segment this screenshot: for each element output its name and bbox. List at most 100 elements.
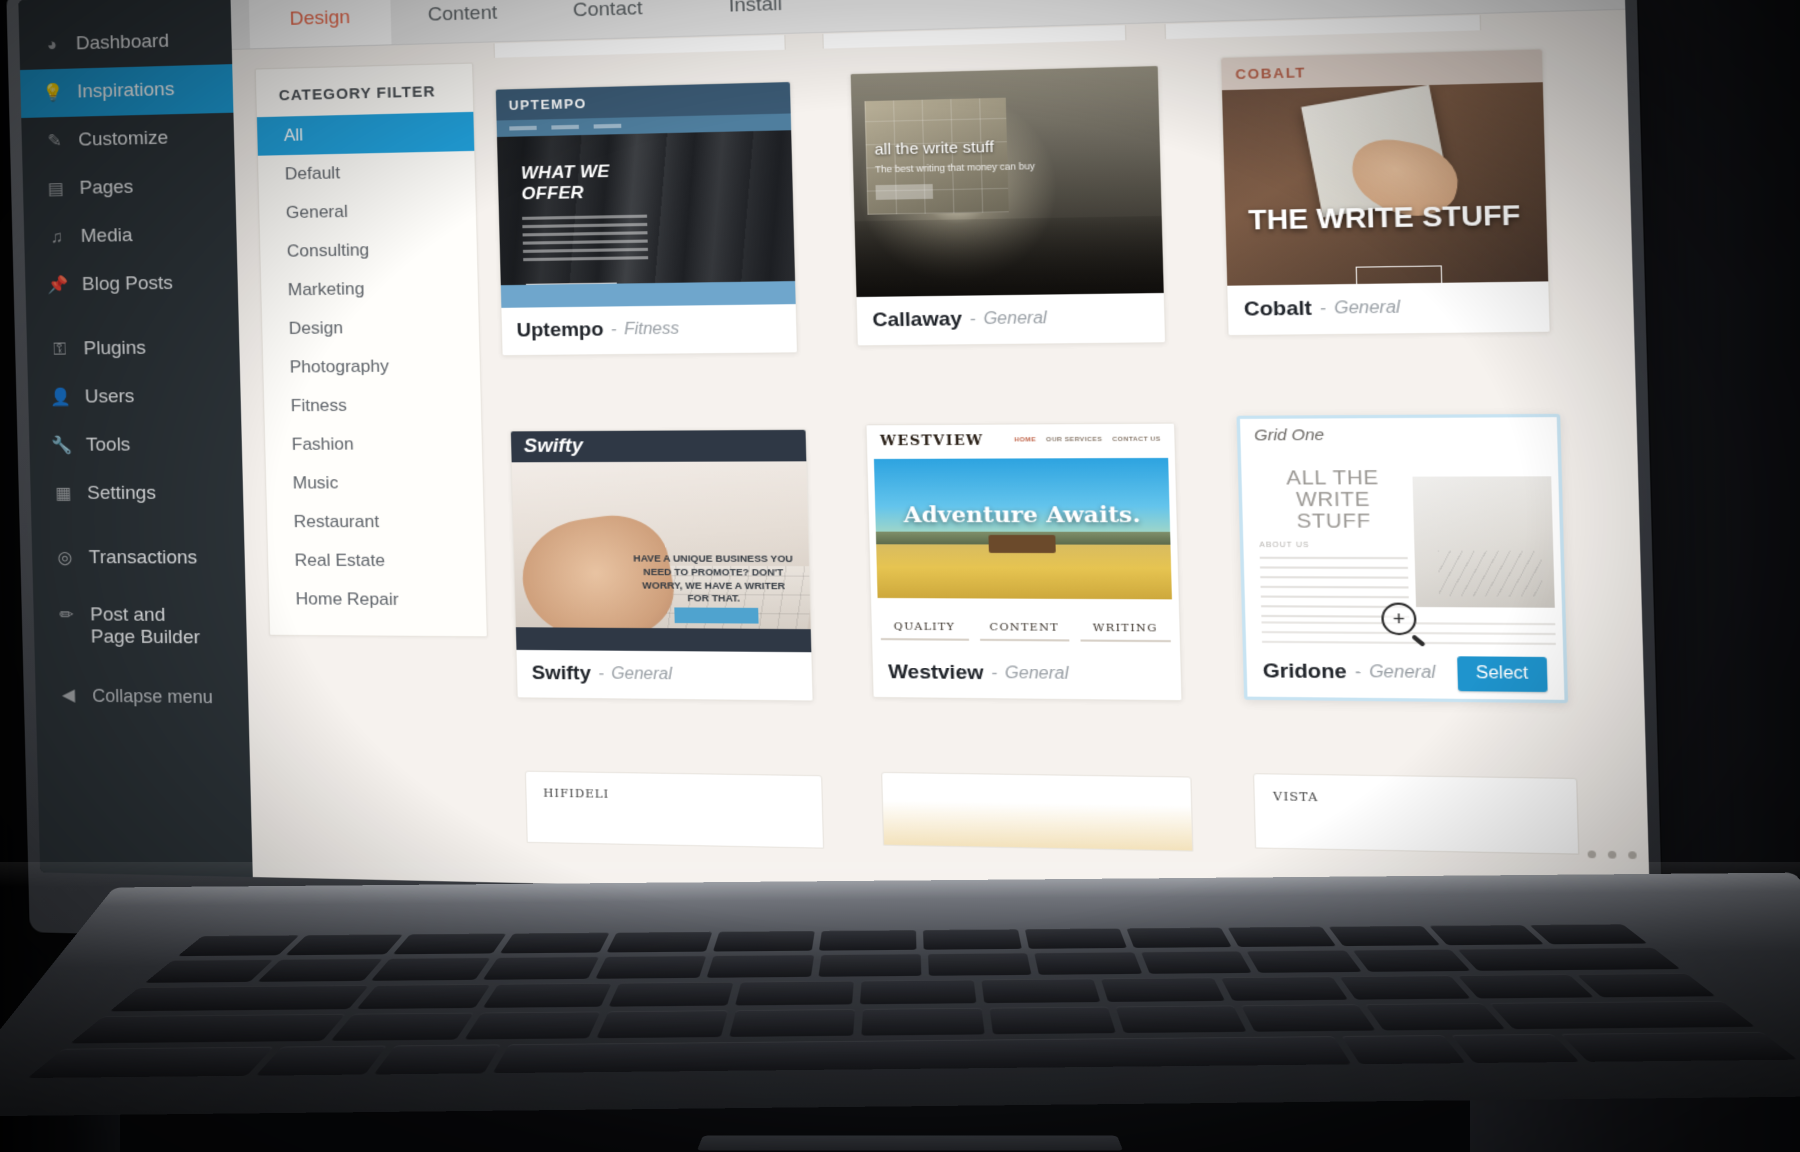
key[interactable]: [464, 1011, 602, 1040]
key[interactable]: [482, 982, 613, 1008]
category-item-marketing[interactable]: Marketing: [261, 268, 479, 310]
laptop-trackpad[interactable]: [696, 1135, 1124, 1151]
key[interactable]: [330, 1012, 474, 1041]
wp-admin-sidebar[interactable]: ◕ Dashboard 💡 Inspirations ✎ Customize ▤…: [18, 0, 253, 878]
sidebar-item-transactions[interactable]: ◎ Transactions: [32, 534, 246, 583]
key[interactable]: [729, 1009, 856, 1037]
theme-card-uptempo[interactable]: UPTEMPO WHAT WE OFFER Uptempo - Fitness: [494, 80, 799, 357]
sidebar-item-customize[interactable]: ✎ Customize: [21, 113, 234, 166]
key[interactable]: [1339, 975, 1472, 1000]
theme-card-partial-2[interactable]: [881, 771, 1194, 852]
key-shift-left[interactable]: [27, 1046, 275, 1079]
pagination-dot[interactable]: [1587, 850, 1597, 859]
key[interactable]: [1457, 974, 1594, 999]
category-item-design[interactable]: Design: [262, 307, 480, 348]
sidebar-item-inspirations[interactable]: 💡 Inspirations: [20, 64, 234, 118]
key[interactable]: [1365, 1003, 1506, 1031]
category-item-home-repair[interactable]: Home Repair: [269, 580, 487, 620]
category-item-consulting[interactable]: Consulting: [260, 229, 477, 271]
theme-card-callaway[interactable]: callaway all the write stuff The best wr…: [849, 64, 1167, 347]
theme-card-westview[interactable]: WESTVIEW HOME OUR SERVICES CONTACT US Adve…: [865, 422, 1183, 702]
theme-card-gridone[interactable]: Grid One ALL THE WRITE STUFF ABOUT US + …: [1236, 413, 1569, 704]
sidebar-item-post-and-page-builder[interactable]: ✏ Post and Page Builder: [33, 598, 247, 664]
category-item-fashion[interactable]: Fashion: [265, 424, 483, 464]
category-item-fitness[interactable]: Fitness: [264, 385, 482, 425]
category-item-general[interactable]: General: [259, 190, 476, 233]
key-return[interactable]: [1489, 1001, 1755, 1029]
category-item-default[interactable]: Default: [258, 151, 475, 194]
sidebar-item-tools[interactable]: 🔧 Tools: [29, 421, 243, 470]
key[interactable]: [483, 956, 599, 980]
category-item-real-estate[interactable]: Real Estate: [268, 541, 486, 580]
key[interactable]: [923, 929, 1023, 950]
sidebar-collapse-menu[interactable]: ◀ Collapse menu: [35, 672, 249, 721]
key[interactable]: [1220, 976, 1349, 1001]
tab-design[interactable]: Design: [248, 0, 392, 49]
key[interactable]: [1101, 977, 1225, 1003]
key[interactable]: [356, 983, 491, 1010]
key[interactable]: [1227, 926, 1337, 948]
key-tab[interactable]: [109, 985, 369, 1012]
key[interactable]: [1115, 1005, 1247, 1033]
category-item-music[interactable]: Music: [266, 463, 484, 502]
key[interactable]: [1126, 927, 1233, 949]
key-capslock[interactable]: [70, 1014, 345, 1044]
sidebar-item-plugins[interactable]: ⚿ Plugins: [26, 323, 240, 374]
pagination-dot[interactable]: [1648, 851, 1651, 860]
key[interactable]: [258, 958, 383, 982]
zoom-preview-icon[interactable]: +: [1380, 602, 1417, 636]
key[interactable]: [1429, 924, 1545, 946]
key[interactable]: [927, 953, 1032, 976]
key[interactable]: [608, 981, 734, 1007]
theme-card-swifty[interactable]: Swifty HAVE A UNIQUE BUSINESS YOU NEED T…: [509, 428, 814, 702]
key[interactable]: [1240, 1004, 1376, 1032]
key[interactable]: [606, 931, 712, 953]
category-item-all[interactable]: All: [256, 111, 475, 156]
pagination-dot[interactable]: [1607, 850, 1617, 859]
sidebar-item-settings[interactable]: ▦ Settings: [30, 469, 244, 518]
key[interactable]: [374, 1044, 501, 1075]
key[interactable]: [1140, 951, 1252, 974]
key[interactable]: [285, 934, 403, 956]
key[interactable]: [706, 954, 814, 978]
key[interactable]: [1328, 925, 1441, 947]
key[interactable]: [370, 957, 491, 981]
theme-card-partial-hifideli[interactable]: HIFIDELI: [524, 770, 825, 849]
category-item-restaurant[interactable]: Restaurant: [267, 503, 485, 542]
sidebar-item-blog-posts[interactable]: 📌 Blog Posts: [25, 259, 239, 310]
key[interactable]: [1025, 928, 1128, 950]
select-theme-button[interactable]: Select: [1456, 656, 1548, 693]
key[interactable]: [1340, 1034, 1466, 1065]
key-backspace[interactable]: [1457, 947, 1681, 971]
key[interactable]: [859, 979, 977, 1005]
key[interactable]: [1034, 952, 1143, 975]
key[interactable]: [861, 1008, 985, 1036]
key[interactable]: [734, 980, 854, 1006]
pagination-dot[interactable]: [1628, 851, 1637, 860]
key[interactable]: [981, 978, 1101, 1004]
key[interactable]: [595, 955, 707, 979]
key-shift-right[interactable]: [1559, 1031, 1798, 1062]
category-filter-panel[interactable]: CATEGORY FILTER All Default General Cons…: [254, 62, 488, 638]
key[interactable]: [818, 930, 917, 951]
sidebar-item-pages[interactable]: ▤ Pages: [22, 161, 235, 214]
tab-install[interactable]: Install: [680, 0, 831, 36]
key[interactable]: [392, 933, 507, 955]
key[interactable]: [256, 1045, 388, 1076]
sidebar-item-media[interactable]: ♫ Media: [24, 210, 237, 262]
tab-contact[interactable]: Contact: [534, 0, 682, 40]
theme-card-partial-vista[interactable]: VISTA: [1252, 773, 1580, 855]
key[interactable]: [1246, 950, 1362, 973]
sidebar-item-users[interactable]: 👤 Users: [28, 372, 242, 422]
pagination-dots[interactable]: [1587, 850, 1651, 860]
key[interactable]: [1450, 1033, 1580, 1064]
key[interactable]: [712, 930, 815, 952]
laptop-keyboard[interactable]: [27, 924, 1798, 1079]
key[interactable]: [1352, 949, 1471, 972]
key[interactable]: [817, 953, 922, 977]
key[interactable]: [989, 1006, 1116, 1035]
tab-content[interactable]: Content: [390, 0, 535, 44]
theme-card-cobalt[interactable]: COBALT THE WRITE STUFF Cobalt - General: [1219, 48, 1551, 337]
category-item-photography[interactable]: Photography: [263, 346, 481, 387]
sidebar-item-dashboard[interactable]: ◕ Dashboard: [19, 16, 232, 71]
